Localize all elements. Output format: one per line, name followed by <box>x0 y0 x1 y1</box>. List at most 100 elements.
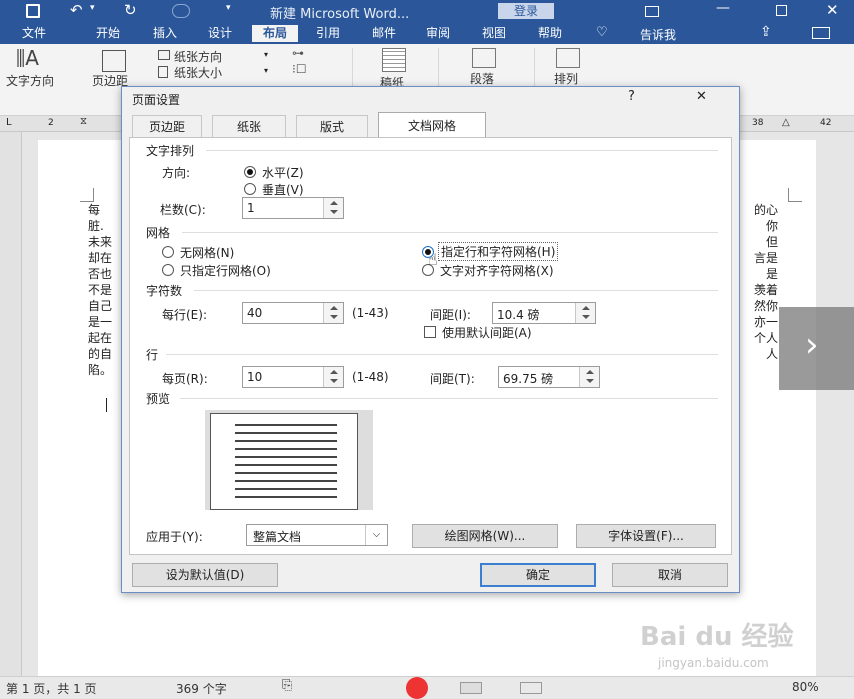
direction-horizontal-radio[interactable] <box>244 166 256 178</box>
redo-icon[interactable]: ↻ <box>124 1 137 19</box>
login-button[interactable]: 登录 <box>498 3 554 19</box>
lines-per-page-spinner[interactable]: 10 <box>242 366 344 388</box>
close-dialog-button[interactable]: ✕ <box>696 89 707 104</box>
orientation-icon[interactable] <box>158 50 170 60</box>
font-settings-button[interactable]: 字体设置(F)... <box>576 524 716 548</box>
draw-grid-button[interactable]: 绘图网格(W)... <box>412 524 558 548</box>
ruler-mark-right-2: 42 <box>820 118 832 128</box>
ok-button[interactable]: 确定 <box>480 563 596 587</box>
size-icon[interactable] <box>158 66 168 78</box>
orientation-dropdown-icon[interactable]: ▾ <box>264 50 268 59</box>
watermark-url: jingyan.baidu.com <box>658 656 769 670</box>
undo-icon[interactable]: ↶ <box>70 1 83 19</box>
tab-document-grid[interactable]: 文档网格 <box>378 112 486 138</box>
page-count[interactable]: 第 1 页，共 1 页 <box>6 680 97 697</box>
tab-insert[interactable]: 插入 <box>143 25 187 42</box>
next-slide-button[interactable]: › <box>779 307 854 390</box>
breaks-icon[interactable]: ⊶ <box>292 46 304 60</box>
tab-home[interactable]: 开始 <box>86 25 130 42</box>
help-button[interactable]: ? <box>628 89 635 104</box>
orientation-button[interactable]: 纸张方向 <box>174 48 222 65</box>
lines-per-page-value: 10 <box>247 370 263 384</box>
tab-references[interactable]: 引用 <box>306 25 350 42</box>
status-bar: 第 1 页，共 1 页 369 个字 ⎘ 80% <box>0 676 854 699</box>
undo-dropdown-icon[interactable]: ▾ <box>90 3 95 13</box>
tab-selector-icon[interactable]: L <box>6 117 12 128</box>
touch-mode-icon[interactable] <box>172 4 190 18</box>
tab-design[interactable]: 设计 <box>198 25 242 42</box>
no-grid-radio[interactable] <box>162 246 174 258</box>
char-pitch-spinner[interactable]: 10.4 磅 <box>492 302 596 324</box>
tab-margins[interactable]: 页边距 <box>132 115 202 137</box>
tab-layout[interactable]: 布局 <box>252 25 298 42</box>
columns-label: 栏数(C): <box>160 203 206 217</box>
default-pitch-checkbox[interactable] <box>424 326 436 338</box>
word-count[interactable]: 369 个字 <box>176 680 227 697</box>
spinner-arrows-icon[interactable] <box>323 367 343 387</box>
share-icon[interactable]: ⇪ <box>760 24 772 40</box>
size-button[interactable]: 纸张大小 <box>174 64 222 81</box>
save-icon[interactable] <box>26 4 40 18</box>
columns-spinner[interactable]: 1 <box>242 197 344 219</box>
line-numbers-icon[interactable]: ⁝☐ <box>292 62 307 76</box>
tab-mailings[interactable]: 邮件 <box>362 25 406 42</box>
direction-vertical-radio[interactable] <box>244 183 256 195</box>
lines-only-radio[interactable] <box>162 264 174 276</box>
text-direction-icon[interactable]: ⫼A <box>16 46 39 70</box>
ribbon-options-icon[interactable] <box>645 6 659 17</box>
arrange-button[interactable]: 排列 <box>554 70 578 87</box>
indent-marker-icon[interactable]: ⧖ <box>80 116 87 127</box>
window-title: 新建 Microsoft Word... <box>270 7 410 22</box>
apply-to-label: 应用于(Y): <box>146 530 203 544</box>
spinner-arrows-icon[interactable] <box>323 198 343 218</box>
text-direction-button[interactable]: 文字方向 <box>6 72 54 89</box>
set-default-button[interactable]: 设为默认值(D) <box>132 563 278 587</box>
tab-review[interactable]: 审阅 <box>416 25 460 42</box>
read-mode-icon[interactable] <box>460 682 482 694</box>
draft-paper-icon[interactable] <box>382 48 406 72</box>
margins-icon[interactable] <box>102 50 126 72</box>
document-text-line: 羡着 <box>753 283 778 297</box>
default-pitch-label[interactable]: 使用默认间距(A) <box>442 324 532 341</box>
chevron-down-icon[interactable]: ⌵ <box>365 525 387 545</box>
preview-line <box>235 432 337 434</box>
line-pitch-spinner[interactable]: 69.75 磅 <box>498 366 600 388</box>
corner-mark-top-right <box>788 188 802 202</box>
minimize-button[interactable]: — <box>716 0 730 16</box>
group-divider <box>166 354 718 355</box>
tab-paper[interactable]: 纸张 <box>212 115 286 137</box>
cancel-button[interactable]: 取消 <box>612 563 728 587</box>
snap-to-chars-label[interactable]: 文字对齐字符网格(X) <box>440 262 554 279</box>
zoom-level[interactable]: 80% <box>792 680 819 694</box>
corner-mark-top-left <box>80 188 94 202</box>
print-layout-icon[interactable] <box>520 682 542 694</box>
lines-only-label[interactable]: 只指定行网格(O) <box>180 262 271 279</box>
spinner-arrows-icon[interactable] <box>323 303 343 323</box>
customize-qat-icon[interactable]: ▾ <box>226 3 231 13</box>
tab-help[interactable]: 帮助 <box>528 25 572 42</box>
direction-horizontal-label[interactable]: 水平(Z) <box>262 164 304 181</box>
arrange-icon[interactable] <box>556 48 580 68</box>
ruler-mark-left: 2 <box>48 118 54 128</box>
size-dropdown-icon[interactable]: ▾ <box>264 66 268 75</box>
columns-value: 1 <box>247 201 255 215</box>
paragraph-button[interactable]: 段落 <box>470 70 494 87</box>
maximize-button[interactable] <box>776 5 787 16</box>
comments-icon[interactable] <box>812 27 830 39</box>
tab-view[interactable]: 视图 <box>472 25 516 42</box>
spinner-arrows-icon[interactable] <box>579 367 599 387</box>
tell-me-search[interactable]: 告诉我 <box>640 26 676 43</box>
spinner-arrows-icon[interactable] <box>575 303 595 323</box>
tab-file[interactable]: 文件 <box>8 25 60 42</box>
close-window-button[interactable]: ✕ <box>826 1 839 19</box>
no-grid-label[interactable]: 无网格(N) <box>180 244 234 261</box>
chars-per-line-spinner[interactable]: 40 <box>242 302 344 324</box>
chevron-right-icon: › <box>805 325 819 365</box>
lines-and-chars-label[interactable]: 指定行和字符网格(H) <box>438 242 559 261</box>
direction-vertical-label[interactable]: 垂直(V) <box>262 181 304 198</box>
paragraph-icon[interactable] <box>472 48 496 68</box>
apply-to-select[interactable]: 整篇文档 ⌵ <box>246 524 388 546</box>
tab-layout-dlg[interactable]: 版式 <box>296 115 368 137</box>
proofing-icon[interactable]: ⎘ <box>282 678 292 693</box>
right-indent-marker-icon[interactable]: △ <box>782 117 790 128</box>
